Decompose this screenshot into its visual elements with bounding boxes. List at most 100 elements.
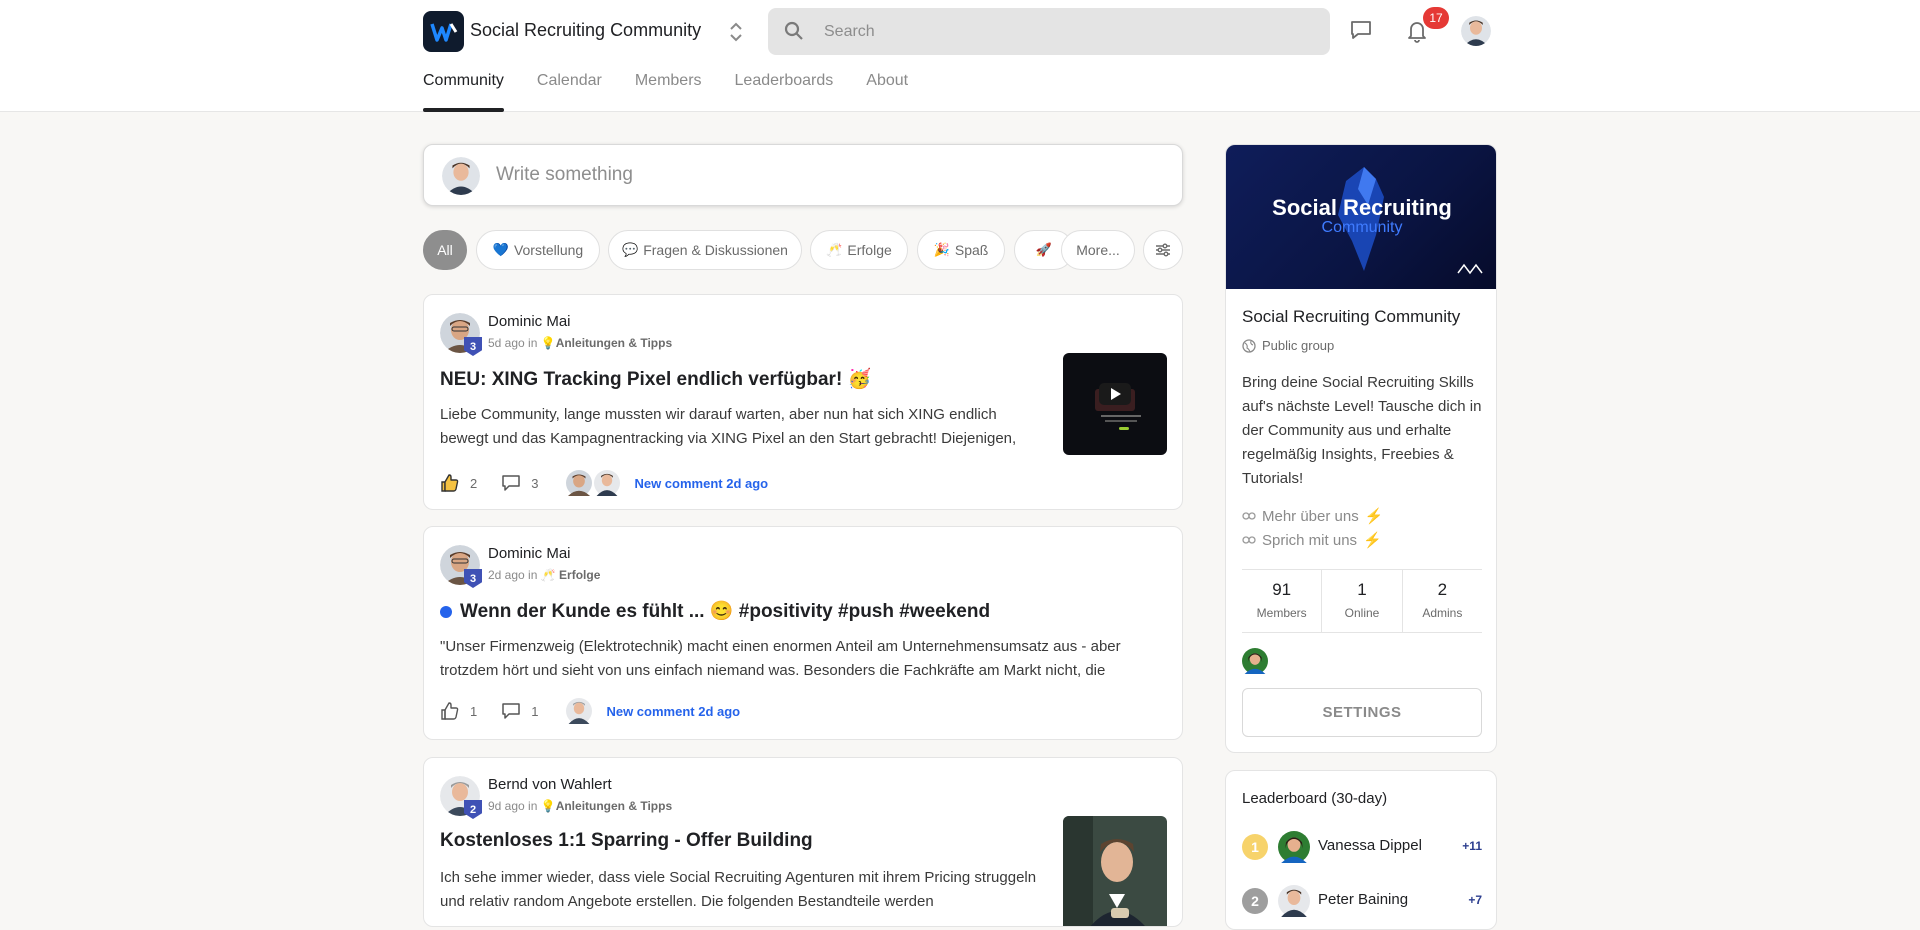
search-icon xyxy=(784,21,803,40)
stat-label: Online xyxy=(1344,606,1380,620)
tab-members[interactable]: Members xyxy=(635,72,702,112)
comment-icon[interactable] xyxy=(501,474,521,492)
like-icon[interactable] xyxy=(440,473,460,493)
post-body[interactable]: "Unser Firmenzweig (Elektrotechnik) mach… xyxy=(440,635,1168,683)
filter-label: Fragen & Diskussionen xyxy=(643,242,788,258)
post-time: 5d ago in xyxy=(488,336,538,350)
stat-value: 91 xyxy=(1272,580,1292,599)
like-icon[interactable] xyxy=(440,701,460,721)
like-count: 2 xyxy=(470,475,478,491)
post-meta: 5d ago in 💡Anleitungen & Tipps xyxy=(488,336,672,350)
globe-icon xyxy=(1242,338,1256,353)
filter-fragen[interactable]: 💬 Fragen & Diskussionen xyxy=(608,230,802,270)
commenter-avatar[interactable] xyxy=(594,470,621,496)
composer-avatar xyxy=(442,157,480,195)
post-title-row[interactable]: Wenn der Kunde es fühlt ... 😊 #positivit… xyxy=(440,599,990,623)
speech-bubble-icon: 💬 xyxy=(622,242,639,257)
leader-name[interactable]: Peter Baining xyxy=(1318,891,1408,908)
stat-members[interactable]: 91 Members xyxy=(1242,570,1321,632)
link-icon xyxy=(1242,536,1256,544)
group-name: Social Recruiting Community xyxy=(1242,307,1461,326)
link-mehr-ueber-uns[interactable]: Mehr über uns ⚡ xyxy=(1242,507,1383,525)
author-name[interactable]: Dominic Mai xyxy=(488,545,571,562)
filter-all[interactable]: All xyxy=(423,230,467,270)
leader-avatar[interactable] xyxy=(1278,885,1310,917)
filter-more[interactable]: More... xyxy=(1061,230,1135,270)
post-actions: 2 3 New comment 2d ago xyxy=(440,470,768,496)
video-thumbnail[interactable] xyxy=(1063,353,1167,455)
lightbulb-icon: 💡 xyxy=(540,799,556,813)
comment-icon[interactable] xyxy=(501,702,521,720)
toast-icon: 🥂 xyxy=(826,242,843,257)
lightbulb-icon: 💡 xyxy=(540,336,556,350)
group-type-label: Public group xyxy=(1262,338,1335,353)
post-body[interactable]: Liebe Community, lange mussten wir darau… xyxy=(440,403,1046,451)
leaderboard-row[interactable]: 2 Peter Baining +7 xyxy=(1242,885,1482,917)
community-name[interactable]: Social Recruiting Community xyxy=(470,20,701,41)
level-badge: 3 xyxy=(464,569,482,588)
new-comment-link[interactable]: New comment 2d ago xyxy=(606,704,740,719)
post-body[interactable]: Ich sehe immer wieder, dass viele Social… xyxy=(440,866,1046,914)
lightning-icon: ⚡ xyxy=(1364,508,1384,525)
commenter-avatar[interactable] xyxy=(566,470,593,496)
search-bar[interactable] xyxy=(768,8,1330,55)
post-composer[interactable]: Write something xyxy=(423,144,1183,206)
filter-vorstellung[interactable]: 💙 Vorstellung xyxy=(476,230,600,270)
leader-name[interactable]: Vanessa Dippel xyxy=(1318,837,1422,854)
filter-more-label: More... xyxy=(1076,242,1120,258)
group-stats: 91 Members 1 Online 2 Admins xyxy=(1242,569,1482,633)
stat-online[interactable]: 1 Online xyxy=(1321,570,1401,632)
composer-placeholder[interactable]: Write something xyxy=(496,164,633,186)
filter-settings[interactable] xyxy=(1143,230,1183,270)
chat-icon[interactable] xyxy=(1349,18,1373,42)
leaderboard-title[interactable]: Leaderboard (30-day) xyxy=(1242,790,1387,807)
stat-value: 1 xyxy=(1357,580,1367,599)
post-thumbnail[interactable] xyxy=(1063,816,1167,926)
post-card[interactable]: 2 Bernd von Wahlert 9d ago in 💡Anleitung… xyxy=(423,757,1183,927)
search-input[interactable] xyxy=(822,8,1302,55)
stat-label: Admins xyxy=(1422,606,1463,620)
stat-admins[interactable]: 2 Admins xyxy=(1401,570,1482,632)
post-time: 9d ago in xyxy=(488,799,538,813)
author-name[interactable]: Dominic Mai xyxy=(488,313,571,330)
tab-community[interactable]: Community xyxy=(423,72,504,112)
post-category[interactable]: Anleitungen & Tipps xyxy=(556,336,672,350)
post-category[interactable]: Anleitungen & Tipps xyxy=(556,799,672,813)
leaderboard-row[interactable]: 1 Vanessa Dippel +11 xyxy=(1242,831,1482,863)
comment-count: 1 xyxy=(531,703,539,719)
lightning-icon: ⚡ xyxy=(1363,532,1382,549)
switch-community-icon[interactable] xyxy=(728,20,744,44)
post-card[interactable]: 3 Dominic Mai 5d ago in 💡Anleitungen & T… xyxy=(423,294,1183,510)
tab-calendar[interactable]: Calendar xyxy=(537,72,602,112)
link-label: Sprich mit uns xyxy=(1262,531,1358,549)
post-card[interactable]: 3 Dominic Mai 2d ago in 🥂 Erfolge Wenn d… xyxy=(423,526,1183,740)
commenter-avatar[interactable] xyxy=(566,698,593,724)
post-time: 2d ago in xyxy=(488,568,538,582)
filter-spass[interactable]: 🎉 Spaß xyxy=(917,230,1005,270)
post-category[interactable]: Erfolge xyxy=(559,568,600,582)
post-title[interactable]: Wenn der Kunde es fühlt ... 😊 #positivit… xyxy=(460,601,990,622)
filter-label: Erfolge xyxy=(847,242,892,258)
link-sprich-mit-uns[interactable]: Sprich mit uns ⚡ xyxy=(1242,531,1382,549)
tab-about[interactable]: About xyxy=(866,72,908,112)
settings-button[interactable]: SETTINGS xyxy=(1242,688,1482,737)
banner-title: Social Recruiting xyxy=(1272,195,1452,220)
author-name[interactable]: Bernd von Wahlert xyxy=(488,776,612,793)
filter-label: Spaß xyxy=(954,242,989,258)
main-nav: Community Calendar Members Leaderboards … xyxy=(423,72,908,112)
online-member-avatar[interactable] xyxy=(1242,648,1268,674)
new-comment-link[interactable]: New comment 2d ago xyxy=(634,476,768,491)
leader-avatar[interactable] xyxy=(1278,831,1310,863)
post-meta: 9d ago in 💡Anleitungen & Tipps xyxy=(488,799,672,813)
filter-erfolge[interactable]: 🥂 Erfolge xyxy=(810,230,908,270)
user-avatar[interactable] xyxy=(1461,16,1491,46)
filter-label: Vorstellung xyxy=(513,242,584,258)
post-title[interactable]: Kostenloses 1:1 Sparring - Offer Buildin… xyxy=(440,830,813,852)
link-icon xyxy=(1242,512,1256,520)
tab-leaderboards[interactable]: Leaderboards xyxy=(735,72,834,112)
post-title[interactable]: NEU: XING Tracking Pixel endlich verfügb… xyxy=(440,367,871,391)
heart-icon: 💙 xyxy=(492,242,509,257)
group-banner: Social Recruiting Community xyxy=(1226,145,1496,289)
party-popper-icon: 🎉 xyxy=(933,242,950,257)
community-logo[interactable] xyxy=(423,11,464,52)
